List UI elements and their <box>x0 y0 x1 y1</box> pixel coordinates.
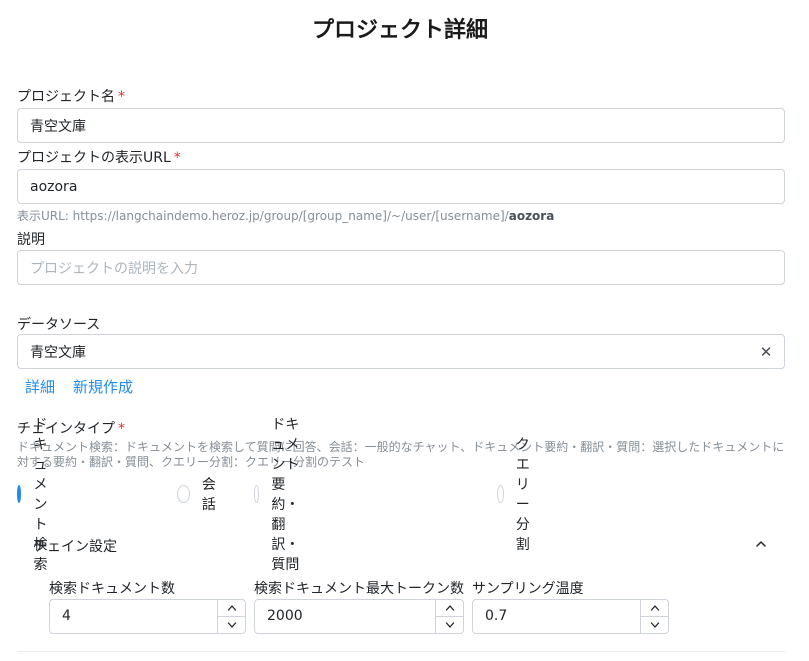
project-url-input[interactable]: aozora <box>17 169 785 204</box>
project-url-label-text: プロジェクトの表示URL <box>17 150 171 166</box>
radio-circle[interactable] <box>497 485 504 503</box>
chevron-up-icon <box>650 605 659 611</box>
required-mark: * <box>118 421 125 437</box>
number-stepper <box>640 600 668 633</box>
page-title: プロジェクト詳細 <box>311 18 488 43</box>
chevron-down-icon <box>445 622 454 628</box>
datasource-value: 青空文庫 <box>30 344 86 361</box>
datasource-new-link[interactable]: 新規作成 <box>73 376 133 397</box>
increment-button[interactable] <box>218 600 245 617</box>
project-name-label: プロジェクト名 * <box>17 86 125 106</box>
max-token-input[interactable]: 2000 <box>254 599 464 634</box>
chevron-up-icon <box>445 605 454 611</box>
chain-settings-title[interactable]: チェイン設定 <box>33 536 117 556</box>
project-url-label: プロジェクトの表示URL * <box>17 147 181 167</box>
max-token-value: 2000 <box>267 608 303 624</box>
chain-type-description-line-2: 対する要約・翻訳・質問、クエリー分割：クエリー分割のテスト <box>17 455 366 469</box>
description-label: 説明 <box>17 232 45 248</box>
search-doc-count-label: 検索ドキュメント数 <box>49 581 175 597</box>
url-preview-prefix: 表示URL: https://langchaindemo.heroz.jp/gr… <box>17 209 509 223</box>
project-name-value: 青空文庫 <box>30 118 86 135</box>
radio-label: 会話 <box>201 477 216 513</box>
required-mark: * <box>173 150 181 166</box>
increment-button[interactable] <box>436 600 463 617</box>
search-doc-count-value: 4 <box>62 608 71 624</box>
project-url-value: aozora <box>30 178 78 195</box>
radio-conversation[interactable]: 会話 <box>177 477 221 513</box>
datasource-select[interactable]: 青空文庫 ✕ <box>17 334 785 369</box>
chevron-up-icon[interactable] <box>752 535 770 553</box>
chevron-up-icon <box>227 605 236 611</box>
radio-circle[interactable] <box>177 485 190 503</box>
project-name-label-text: プロジェクト名 <box>17 89 115 105</box>
datasource-detail-link[interactable]: 詳細 <box>25 376 55 397</box>
datasource-label: データソース <box>17 317 101 333</box>
increment-button[interactable] <box>641 600 668 617</box>
decrement-button[interactable] <box>641 617 668 633</box>
number-stepper <box>217 600 245 633</box>
radio-circle-selected[interactable] <box>17 485 31 503</box>
url-preview-hint: 表示URL: https://langchaindemo.heroz.jp/gr… <box>17 207 554 224</box>
radio-label: クエリー分割 <box>515 437 530 553</box>
decrement-button[interactable] <box>218 617 245 633</box>
sampling-temperature-input[interactable]: 0.7 <box>472 599 669 634</box>
chevron-down-icon <box>650 622 659 628</box>
radio-label: ドキュメント要約・翻訳・質問 <box>271 417 300 573</box>
chain-type-description: ドキュメント検索：ドキュメントを検索して質問に回答、会話：一般的なチャット、ドキ… <box>17 440 787 470</box>
project-name-input[interactable]: 青空文庫 <box>17 108 785 143</box>
radio-circle[interactable] <box>254 485 260 503</box>
max-token-label: 検索ドキュメント最大トークン数 <box>254 581 464 597</box>
chain-type-description-line-1: ドキュメント検索：ドキュメントを検索して質問に回答、会話：一般的なチャット、ドキ… <box>17 440 785 454</box>
radio-query-split[interactable]: クエリー分割 <box>497 437 541 553</box>
required-mark: * <box>118 89 125 105</box>
radio-document-search[interactable]: ドキュメント検索 <box>17 417 61 573</box>
section-divider <box>17 651 785 652</box>
close-icon[interactable]: ✕ <box>758 342 774 362</box>
chain-type-label-text: チェインタイプ <box>17 421 115 437</box>
description-input[interactable]: プロジェクトの説明を入力 <box>17 250 785 285</box>
decrement-button[interactable] <box>436 617 463 633</box>
description-placeholder: プロジェクトの説明を入力 <box>30 260 198 277</box>
number-stepper <box>435 600 463 633</box>
radio-document-summary[interactable]: ドキュメント要約・翻訳・質問 <box>254 417 312 573</box>
sampling-temperature-label: サンプリング温度 <box>472 581 584 597</box>
search-doc-count-input[interactable]: 4 <box>49 599 246 634</box>
url-preview-slug: aozora <box>508 209 555 223</box>
chevron-down-icon <box>227 622 236 628</box>
sampling-temperature-value: 0.7 <box>485 608 508 624</box>
